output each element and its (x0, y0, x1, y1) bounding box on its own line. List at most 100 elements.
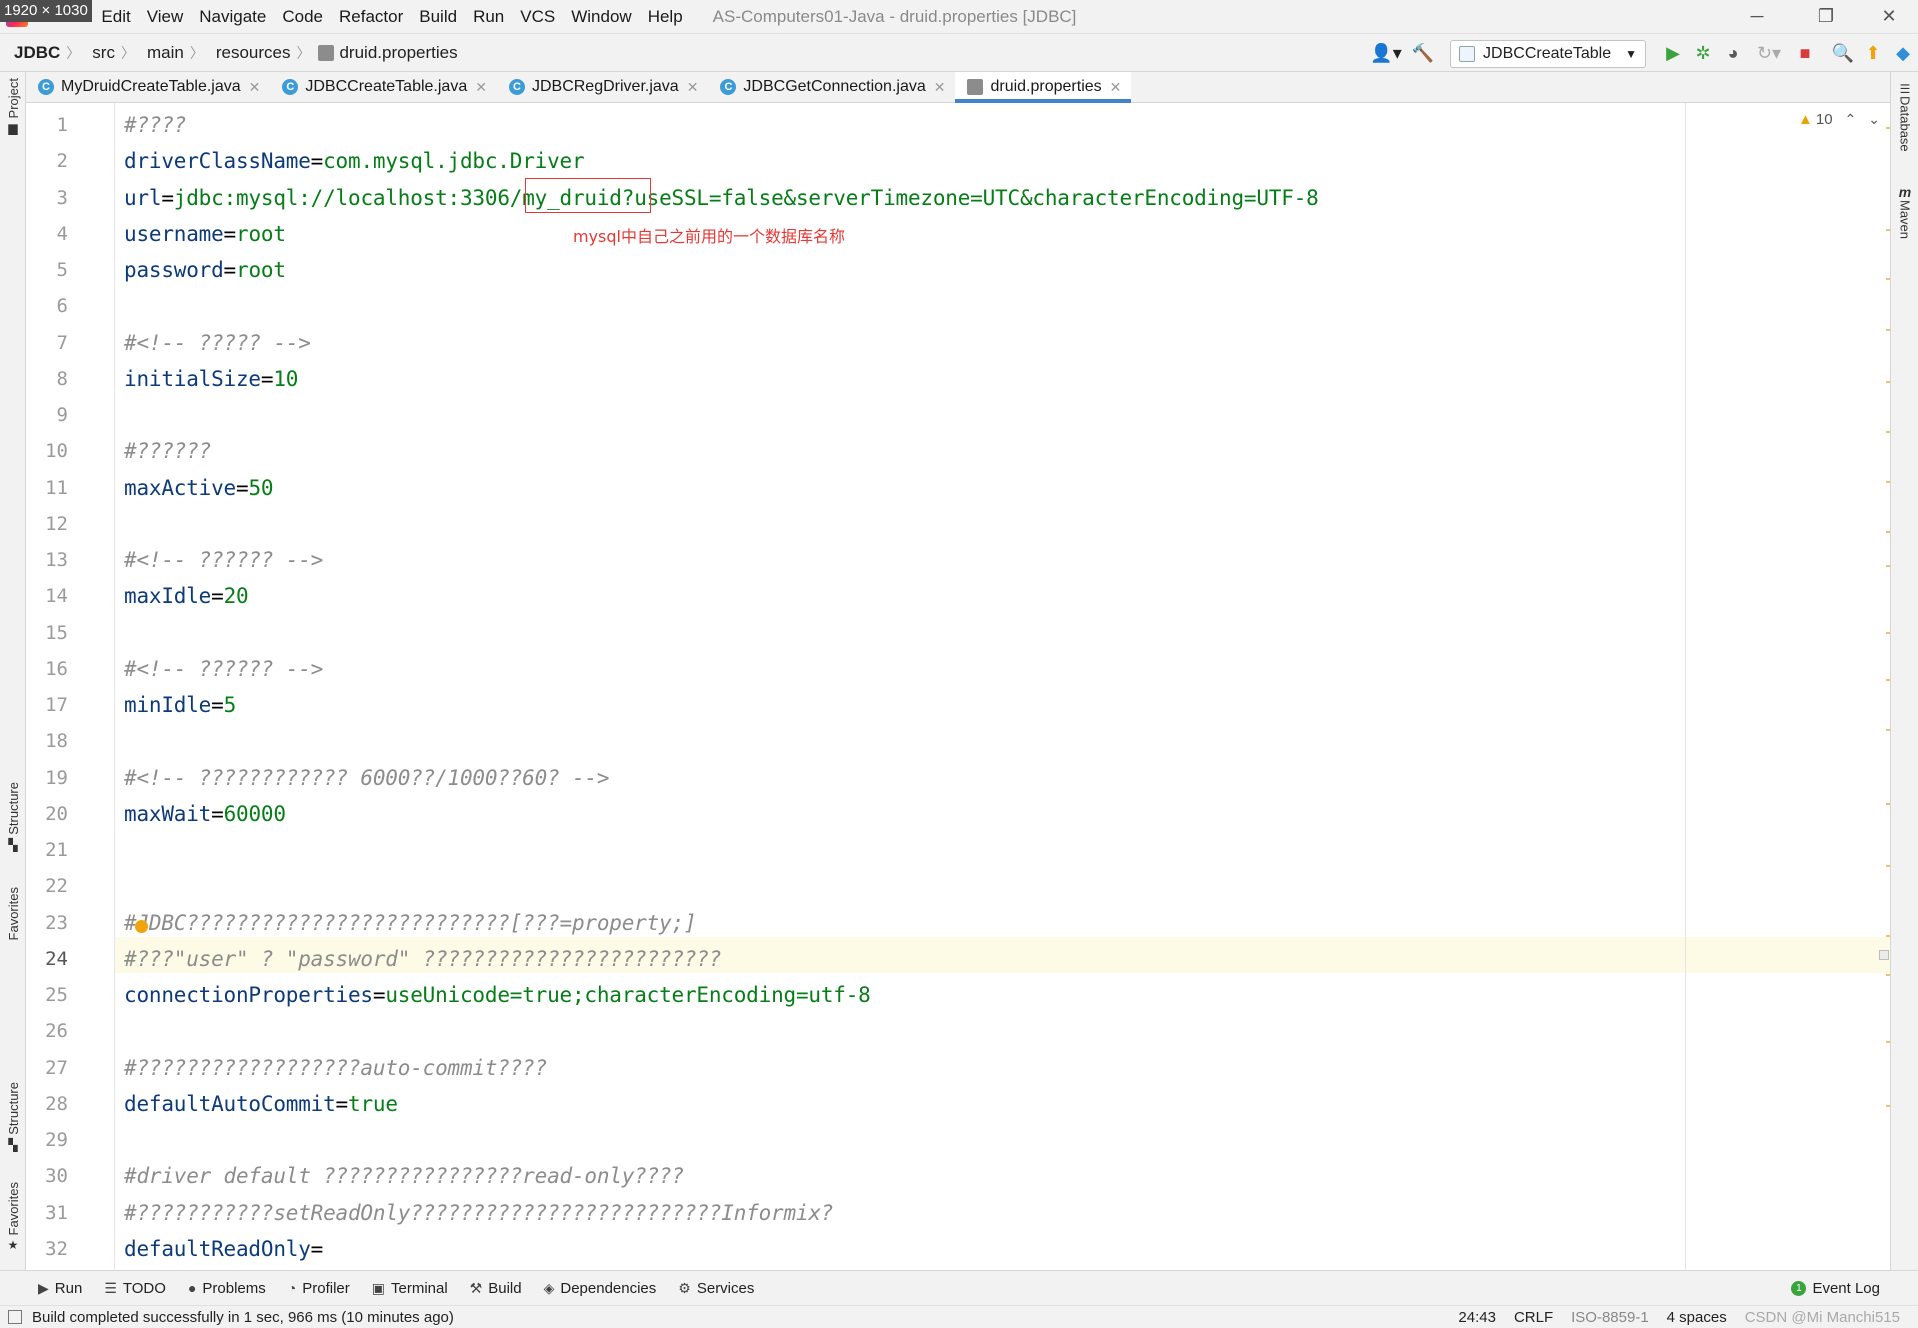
breadcrumb-project[interactable]: JDBC (0, 43, 60, 63)
code-line[interactable]: 8 initialSize=10 (26, 361, 1676, 397)
restore-icon[interactable]: ❐ (1803, 0, 1849, 33)
tool-window-dependencies[interactable]: ◈ Dependencies (544, 1280, 657, 1297)
tab-druid-properties[interactable]: druid.properties ✕ (955, 72, 1132, 103)
update-icon[interactable]: ⬆ (1858, 39, 1888, 69)
toolbox-icon[interactable]: ◆ (1888, 39, 1918, 69)
tool-window-problems[interactable]: ● Problems (188, 1280, 266, 1297)
code-line[interactable]: 5 password=root (26, 252, 1676, 288)
toggle-tool-windows-icon[interactable] (8, 1310, 22, 1324)
tab-jdbcgetconnection[interactable]: C JDBCGetConnection.java ✕ (708, 72, 955, 102)
previous-highlight-icon[interactable]: ⌃ (1845, 111, 1857, 128)
menu-build[interactable]: Build (411, 7, 465, 27)
coverage-icon[interactable]: ◕ (1718, 39, 1748, 69)
tool-favorites[interactable]: Favorites (0, 887, 26, 940)
code-line[interactable]: 19 #<!-- ???????????? 6000??/1000??60? --… (26, 760, 1676, 796)
tab-jdbccreatetable[interactable]: C JDBCCreateTable.java ✕ (270, 72, 497, 102)
code-line[interactable]: 32 defaultReadOnly= (26, 1231, 1676, 1267)
warning-stripe-mark[interactable] (1886, 974, 1890, 976)
code-line[interactable]: 6 (26, 288, 1676, 324)
breadcrumb-file[interactable]: druid.properties (310, 43, 458, 63)
tool-window-build[interactable]: ⚒ Build (470, 1280, 522, 1297)
code-line[interactable]: 25 connectionProperties=useUnicode=true;c… (26, 977, 1676, 1013)
code-line[interactable]: 2 driverClassName=com.mysql.jdbc.Driver (26, 143, 1676, 179)
close-window-icon[interactable]: ✕ (1866, 0, 1912, 33)
menu-run[interactable]: Run (465, 7, 512, 27)
indent-setting[interactable]: 4 spaces (1667, 1309, 1727, 1326)
warning-stripe-mark[interactable] (1886, 531, 1890, 533)
run-configuration-select[interactable]: JDBCCreateTable ▼ (1450, 39, 1646, 68)
warning-stripe-mark[interactable] (1886, 679, 1890, 681)
menu-refactor[interactable]: Refactor (331, 7, 411, 27)
code-line[interactable]: 11 maxActive=50 (26, 470, 1676, 506)
code-line[interactable]: 7 #<!-- ????? --> (26, 325, 1676, 361)
warning-stripe-mark[interactable] (1886, 329, 1890, 331)
menu-help[interactable]: Help (640, 7, 691, 27)
code-line[interactable]: 26 (26, 1013, 1676, 1049)
code-line[interactable]: 1 #???? (26, 107, 1676, 143)
minimize-icon[interactable]: ─ (1734, 0, 1780, 33)
tool-window-run[interactable]: ▶ Run (38, 1280, 82, 1297)
build-hammer-icon[interactable]: 🔨 (1408, 39, 1438, 69)
code-line[interactable]: 17 minIdle=5 (26, 687, 1676, 723)
stop-icon[interactable]: ■ (1790, 39, 1820, 69)
warning-stripe-mark[interactable] (1886, 481, 1890, 483)
code-line[interactable]: 23 #JDBC??????????????????????????[???=pr… (26, 905, 1676, 941)
code-line[interactable]: 28 defaultAutoCommit=true (26, 1086, 1676, 1122)
warning-stripe-mark[interactable] (1886, 381, 1890, 383)
event-log-button[interactable]: 1 Event Log (1791, 1271, 1880, 1306)
user-account-icon[interactable]: 👤▾ (1364, 39, 1408, 69)
warning-stripe-mark[interactable] (1886, 1105, 1890, 1107)
code-line[interactable]: 15 (26, 615, 1676, 651)
inspection-widget[interactable]: ▲ 10 ⌃ ⌄ (1798, 111, 1880, 128)
warning-stripe-mark[interactable] (1886, 278, 1890, 280)
tab-jdbcregdriver[interactable]: C JDBCRegDriver.java ✕ (497, 72, 708, 102)
code-line[interactable]: 9 (26, 397, 1676, 433)
scrollbar-position-marker[interactable] (1879, 950, 1889, 960)
code-line[interactable]: 13 #<!-- ?????? --> (26, 542, 1676, 578)
warning-stripe-mark[interactable] (1886, 935, 1890, 937)
close-tab-icon[interactable]: ✕ (475, 79, 487, 96)
run-icon[interactable]: ▶ (1658, 39, 1688, 69)
tool-window-terminal[interactable]: ▣ Terminal (372, 1280, 448, 1297)
code-line[interactable]: 22 (26, 868, 1676, 904)
code-line[interactable]: 30 #driver default ????????????????read-o… (26, 1158, 1676, 1194)
menu-window[interactable]: Window (563, 7, 639, 27)
tool-window-profiler[interactable]: ◔ Profiler (288, 1280, 350, 1297)
menu-navigate[interactable]: Navigate (191, 7, 274, 27)
warning-stripe-mark[interactable] (1886, 229, 1890, 231)
next-highlight-icon[interactable]: ⌄ (1868, 111, 1880, 128)
caret-position[interactable]: 24:43 (1458, 1309, 1496, 1326)
tool-maven[interactable]: m Maven (1891, 184, 1918, 239)
warning-stripe-mark[interactable] (1886, 1041, 1890, 1043)
profile-icon[interactable]: ↻▾ (1748, 39, 1790, 69)
menu-code[interactable]: Code (274, 7, 331, 27)
code-line[interactable]: 14 maxIdle=20 (26, 578, 1676, 614)
tool-window-services[interactable]: ⚙ Services (678, 1280, 754, 1297)
code-line[interactable]: 29 (26, 1122, 1676, 1158)
code-line[interactable]: 4 username=root (26, 216, 1676, 252)
tool-project[interactable]: Project ▆ (0, 78, 26, 134)
code-line[interactable]: 12 (26, 506, 1676, 542)
code-line[interactable]: 20 maxWait=60000 (26, 796, 1676, 832)
warning-stripe-mark[interactable] (1886, 431, 1890, 433)
breadcrumb-src[interactable]: src (80, 43, 115, 63)
menu-vcs[interactable]: VCS (512, 7, 563, 27)
menu-view[interactable]: View (139, 7, 192, 27)
warning-stripe-mark[interactable] (1886, 865, 1890, 867)
close-tab-icon[interactable]: ✕ (1110, 79, 1122, 96)
tool-favorites-2[interactable]: Favorites ★ (0, 1182, 26, 1251)
breadcrumb-resources[interactable]: resources (204, 43, 291, 63)
tool-window-todo[interactable]: ☰ TODO (104, 1280, 166, 1297)
code-line[interactable]: 24 #???"user" ? "password" ??????????????… (26, 941, 1676, 977)
tool-structure-2[interactable]: Structure ▚ (0, 1082, 26, 1151)
menu-edit[interactable]: Edit (93, 7, 138, 27)
line-separator[interactable]: CRLF (1514, 1309, 1553, 1326)
warning-stripe-mark[interactable] (1886, 565, 1890, 567)
code-line[interactable]: 3 url=jdbc:mysql://localhost:3306/my_drui… (26, 180, 1676, 216)
debug-icon[interactable]: ✲ (1688, 39, 1718, 69)
code-editor[interactable]: 1 #???? 2 driverClassName=com.mysql.jdbc.Dr… (26, 103, 1890, 1270)
code-line[interactable]: 27 #??????????????????auto-commit???? (26, 1050, 1676, 1086)
code-line[interactable]: 21 (26, 832, 1676, 868)
intention-bulb-icon[interactable] (135, 920, 148, 933)
close-tab-icon[interactable]: ✕ (249, 79, 261, 96)
